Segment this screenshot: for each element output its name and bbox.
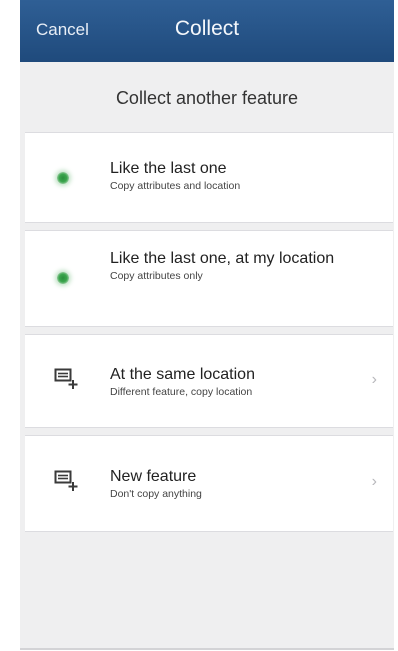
option-text: Like the last one, at my location Copy a… <box>110 249 353 284</box>
option-title: At the same location <box>110 366 255 383</box>
chevron-right-icon: › <box>371 473 377 490</box>
section-title: Collect another feature <box>115 88 299 108</box>
green-dot-icon <box>57 172 69 184</box>
option-title: New feature <box>110 468 197 485</box>
option-at-same-location[interactable]: At the same location Different feature, … <box>25 334 393 428</box>
add-feature-icon <box>54 470 78 492</box>
option-title: Like the last one, at my location <box>110 250 335 267</box>
option-text: At the same location Different feature, … <box>110 365 353 400</box>
option-subtitle: Different feature, copy location <box>110 386 253 398</box>
option-title: Like the last one <box>110 160 227 177</box>
option-text: Like the last one Copy attributes and lo… <box>110 159 353 194</box>
option-like-last-one-at-my-location[interactable]: Like the last one, at my location Copy a… <box>25 230 393 327</box>
page-title: Collect <box>174 17 240 40</box>
option-text: New feature Don't copy anything <box>110 467 353 502</box>
navigation-bar: Cancel Collect <box>20 0 394 62</box>
option-subtitle: Copy attributes only <box>110 270 203 282</box>
green-dot-icon <box>57 272 69 284</box>
option-subtitle: Copy attributes and location <box>110 180 241 192</box>
phone-screen: Cancel Collect Collect another feature L… <box>20 0 394 650</box>
chevron-right-icon: › <box>371 371 377 388</box>
option-subtitle: Don't copy anything <box>110 488 202 500</box>
option-like-last-one[interactable]: Like the last one Copy attributes and lo… <box>25 132 393 223</box>
option-new-feature[interactable]: New feature Don't copy anything › <box>25 435 393 532</box>
add-feature-icon <box>54 368 78 390</box>
